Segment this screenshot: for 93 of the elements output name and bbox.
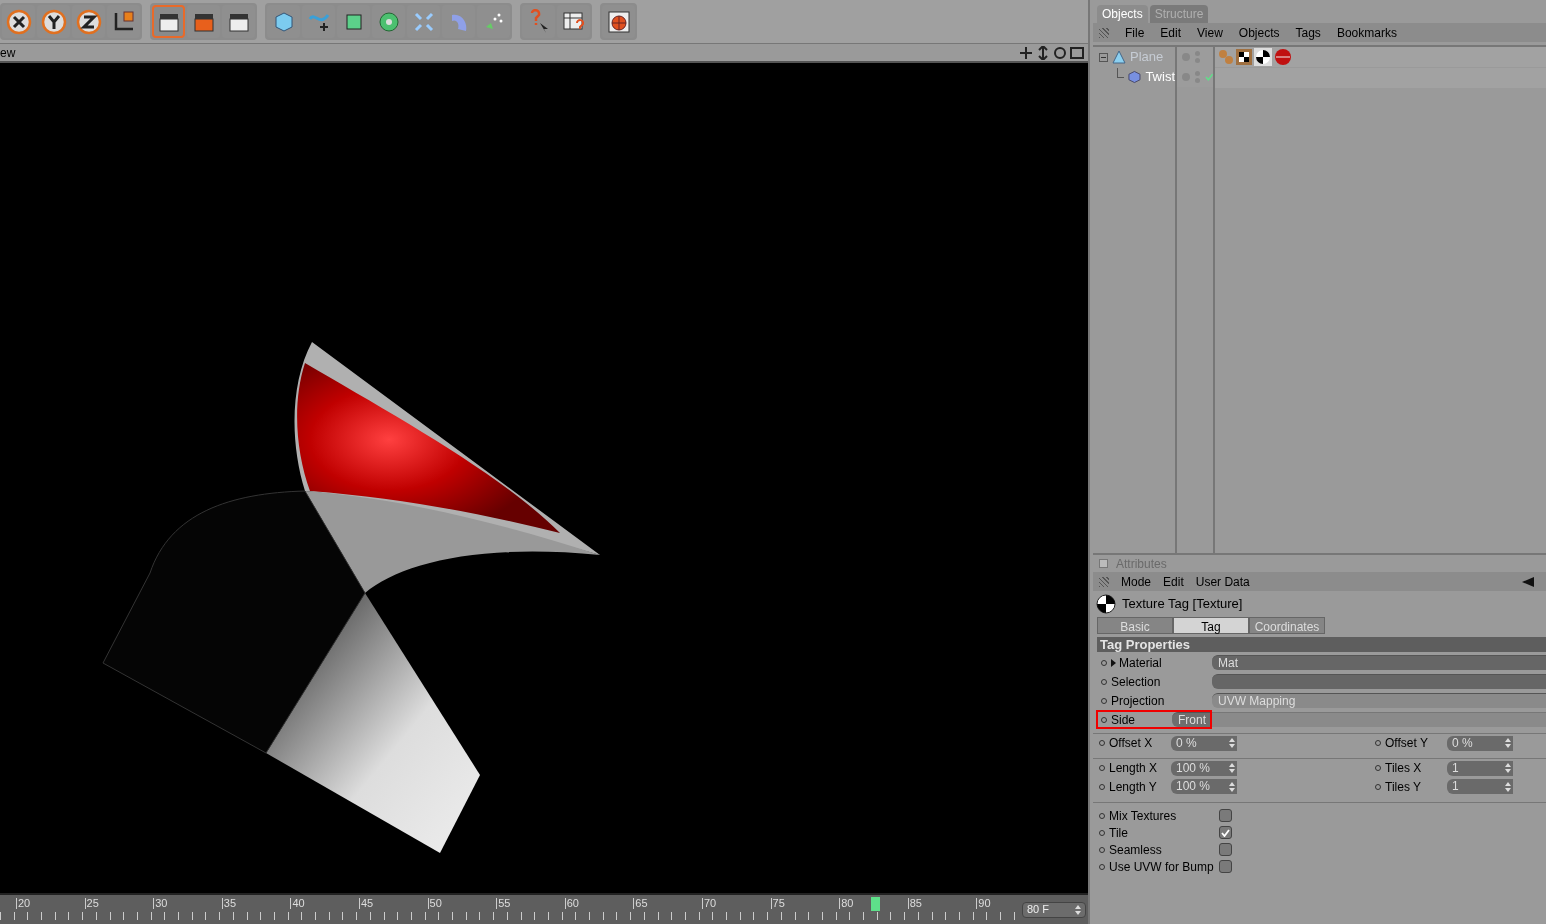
- spinner-icon[interactable]: [1505, 781, 1511, 792]
- spinner-icon[interactable]: [1229, 738, 1235, 748]
- menu-item[interactable]: View: [1197, 23, 1223, 42]
- property-label: Tile: [1109, 824, 1129, 842]
- checkbox[interactable]: [1219, 809, 1232, 822]
- grip-icon: [1099, 576, 1109, 587]
- y-axis-icon: [40, 8, 67, 35]
- vertical-arrows-icon[interactable]: [1036, 45, 1050, 60]
- link-field[interactable]: [1212, 674, 1546, 689]
- frame-number: 65: [633, 898, 702, 909]
- number-field[interactable]: 0 %: [1447, 735, 1513, 751]
- frame-number: 20: [16, 898, 85, 909]
- frame-number: 70: [701, 898, 771, 909]
- frame-number: 55: [496, 898, 565, 909]
- checker-tag-icon[interactable]: [1236, 49, 1252, 65]
- property-label: Projection: [1111, 692, 1165, 710]
- spinner-icon[interactable]: [1505, 763, 1511, 773]
- collapse-icon[interactable]: [1099, 52, 1108, 62]
- object-name[interactable]: Twist: [1145, 67, 1175, 87]
- frame-number: 60: [564, 898, 634, 909]
- texture-tag-icon: [1096, 594, 1116, 614]
- timeline[interactable]: 20 25 30 35 40 45 50 55 60 65 70 75 80 85 90 80 F: [0, 893, 1088, 924]
- playhead[interactable]: [871, 897, 881, 911]
- property-label: Selection: [1111, 673, 1161, 691]
- property-label: Length Y: [1109, 778, 1158, 796]
- attribute-tab[interactable]: Coordinates: [1249, 617, 1325, 634]
- check-icon: [1221, 828, 1230, 837]
- frame-field[interactable]: 80 F: [1022, 901, 1086, 918]
- tree-line-icon: [1117, 68, 1125, 78]
- menu-item[interactable]: Bookmarks: [1336, 23, 1397, 42]
- hexagon-icon: [1128, 70, 1142, 84]
- checkbox[interactable]: [1219, 826, 1232, 839]
- frame-number: 30: [153, 898, 222, 909]
- property-label: Mix Textures: [1109, 807, 1178, 825]
- number-field[interactable]: 100 %: [1171, 760, 1237, 776]
- clapboard-button[interactable]: [152, 5, 185, 38]
- property-label: Offset X: [1109, 735, 1154, 752]
- texture-tag-icon[interactable]: [1254, 48, 1272, 66]
- frame-number: 85: [907, 898, 977, 909]
- section-header: Tag Properties: [1097, 637, 1546, 652]
- back-arrow-icon[interactable]: [1522, 575, 1534, 588]
- panel-toggle-icon[interactable]: [1099, 559, 1108, 568]
- frame-number: 50: [427, 898, 497, 909]
- frame-number: 45: [358, 898, 428, 909]
- property-label: Side: [1111, 711, 1136, 729]
- expand-arrow-icon[interactable]: [1111, 658, 1116, 667]
- number-field[interactable]: 1: [1447, 779, 1513, 794]
- menu-item[interactable]: Mode: [1121, 572, 1152, 591]
- property-label: Use UVW for Bump: [1109, 858, 1215, 876]
- x-axis-icon: [5, 8, 32, 35]
- dropdown-field[interactable]: Front: [1172, 712, 1212, 727]
- globe-icon: [605, 8, 632, 35]
- spinner-icon[interactable]: [1075, 904, 1081, 915]
- maximize-icon[interactable]: [1070, 45, 1084, 60]
- menu-item[interactable]: Edit: [1163, 572, 1184, 591]
- 3d-viewport[interactable]: [0, 63, 1088, 893]
- viewport-title: ew: [0, 44, 16, 62]
- property-label: Tiles X: [1385, 760, 1423, 777]
- move-icon[interactable]: [1019, 45, 1033, 60]
- menu-item[interactable]: Objects: [1238, 23, 1280, 42]
- dropdown-field[interactable]: [1212, 712, 1546, 727]
- number-field[interactable]: 1: [1447, 760, 1513, 776]
- property-label: Offset Y: [1385, 735, 1429, 752]
- menu-item[interactable]: User Data: [1195, 572, 1250, 591]
- attribute-tab[interactable]: Basic: [1097, 617, 1173, 634]
- number-field[interactable]: 100 %: [1171, 779, 1237, 794]
- number-field[interactable]: 0 %: [1171, 735, 1237, 751]
- spinner-icon[interactable]: [1229, 763, 1235, 773]
- spinner-icon[interactable]: [1505, 738, 1511, 748]
- object-title: Texture Tag [Texture]: [1122, 595, 1243, 614]
- z-axis-icon: [75, 8, 102, 35]
- panel-tab[interactable]: Objects: [1097, 5, 1148, 23]
- checkbox[interactable]: [1219, 843, 1232, 856]
- spinner-icon[interactable]: [1229, 781, 1235, 792]
- property-label: Material: [1119, 654, 1162, 672]
- menu-item[interactable]: File: [1125, 23, 1145, 42]
- frame-number: 35: [221, 898, 291, 909]
- frame-number: 75: [770, 898, 840, 909]
- frame-number: 25: [84, 898, 154, 909]
- menu-item[interactable]: Tags: [1295, 23, 1321, 42]
- frame-number: 40: [290, 898, 359, 909]
- dropdown-field[interactable]: UVW Mapping: [1212, 693, 1546, 708]
- property-label: Tiles Y: [1385, 778, 1422, 796]
- property-label: Length X: [1109, 760, 1159, 777]
- triangle-icon: [1112, 50, 1126, 64]
- menu-item[interactable]: Edit: [1160, 23, 1182, 42]
- check-icon[interactable]: [1204, 73, 1213, 81]
- checkbox[interactable]: [1219, 860, 1232, 873]
- attribute-tab[interactable]: Tag: [1173, 617, 1249, 634]
- grip-icon: [1099, 27, 1109, 38]
- link-field[interactable]: Mat: [1212, 655, 1546, 670]
- property-label: Seamless: [1109, 841, 1163, 859]
- rotate-icon[interactable]: [1053, 45, 1067, 60]
